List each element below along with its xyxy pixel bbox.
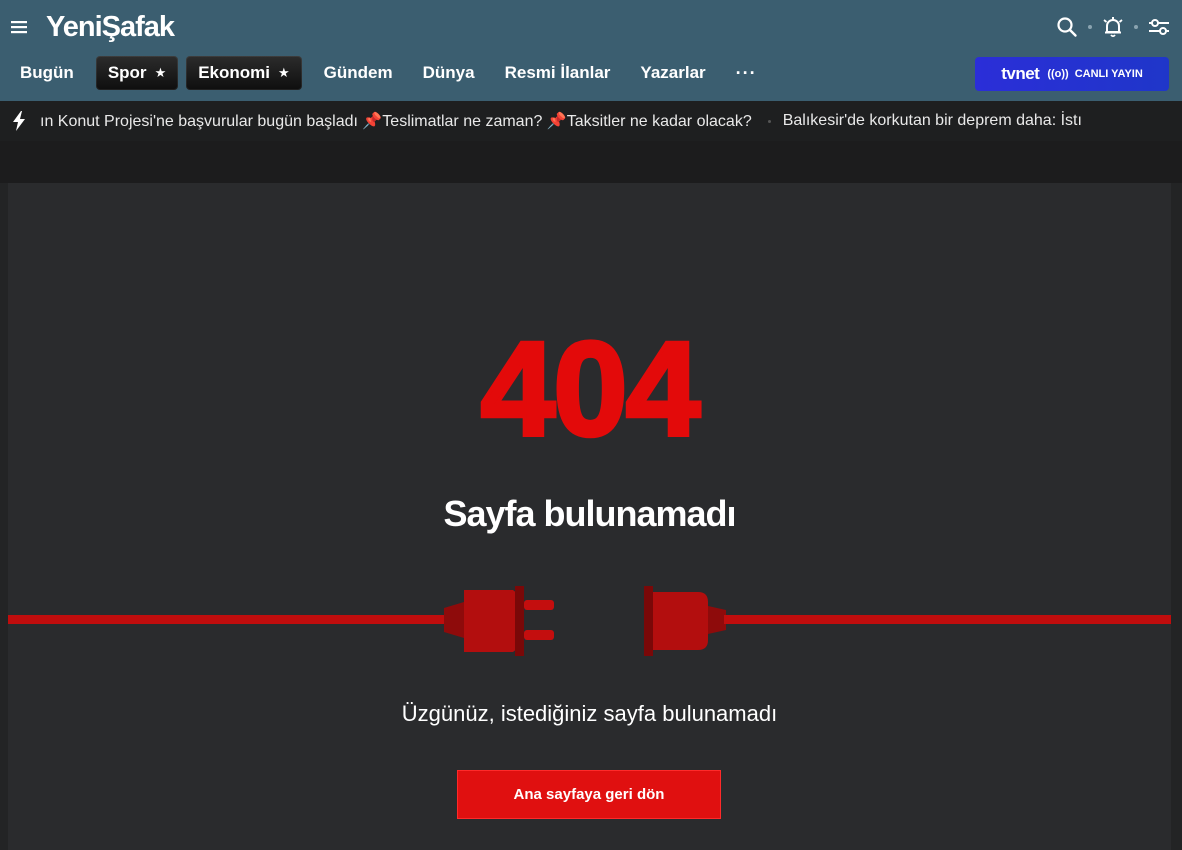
lightning-bolt-icon: [12, 111, 26, 131]
nav-item-dunya[interactable]: Dünya: [415, 56, 483, 90]
hamburger-menu-icon[interactable]: [10, 16, 30, 38]
tool-separator: [1134, 25, 1138, 29]
error-title: Sayfa bulunamadı: [443, 493, 736, 534]
error-code: 404: [479, 315, 703, 464]
nav-item-spor[interactable]: Spor ★: [95, 56, 179, 90]
alarm-bell-icon[interactable]: [1100, 14, 1126, 40]
main-nav: Bugün Spor ★ Ekonomi ★ Gündem Dünya Resm…: [12, 56, 765, 90]
nav-item-ekonomi[interactable]: Ekonomi ★: [186, 56, 302, 90]
nav-item-yazarlar[interactable]: Yazarlar: [632, 56, 713, 90]
nav-more-button[interactable]: ···: [728, 56, 765, 90]
star-icon: ★: [278, 65, 290, 80]
tool-separator: [1088, 25, 1092, 29]
error-message: Üzgünüz, istediğiniz sayfa bulunamadı: [401, 701, 778, 726]
header-tools: [1054, 12, 1172, 42]
ticker-separator: [767, 119, 771, 123]
tvnet-brand: tvnet: [1001, 64, 1040, 83]
nav-item-resmi-ilanlar[interactable]: Resmi İlanlar: [497, 56, 619, 90]
site-header: YeniŞafak Bugün Spor ★ Ekonomi ★ Gündem …: [0, 0, 1182, 101]
site-logo[interactable]: YeniŞafak: [46, 8, 175, 46]
breaking-news-ticker: ın Konut Projesi'ne başvurular bugün baş…: [0, 101, 1182, 141]
unplugged-cable-icon: [8, 578, 1171, 668]
live-label: CANLI YAYIN: [1074, 68, 1143, 80]
sliders-icon[interactable]: [1146, 14, 1172, 40]
back-to-home-button[interactable]: Ana sayfaya geri dön: [457, 770, 721, 819]
search-icon[interactable]: [1054, 14, 1080, 40]
broadcast-icon: ((o)): [1047, 68, 1069, 80]
ticker-track: ın Konut Projesi'ne başvurular bugün baş…: [40, 101, 1094, 141]
error-card: 404 Sayfa bulunamadı Üzgünüz, istediğini…: [8, 183, 1171, 850]
star-icon: ★: [154, 65, 167, 80]
live-broadcast-button[interactable]: tvnet ((o)) CANLI YAYIN: [975, 57, 1169, 91]
ticker-item[interactable]: ın Konut Projesi'ne başvurular bugün baş…: [40, 111, 752, 131]
ticker-item[interactable]: Balıkesir'de korkutan bir deprem daha: İ…: [783, 112, 1082, 130]
nav-item-bugun[interactable]: Bugün: [12, 56, 82, 90]
content-gap: [0, 141, 1182, 183]
nav-item-gundem[interactable]: Gündem: [316, 56, 401, 90]
